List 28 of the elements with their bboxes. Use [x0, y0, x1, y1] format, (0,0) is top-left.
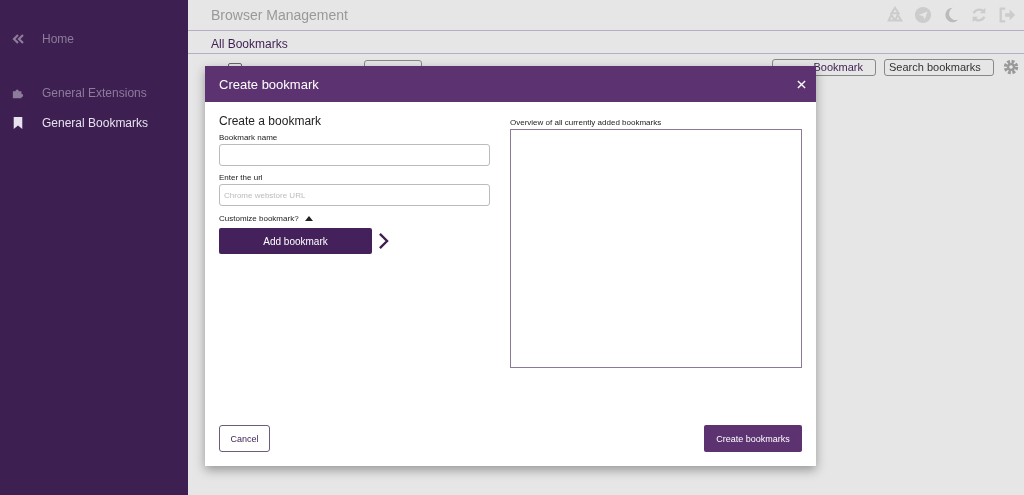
double-chevron-icon: [12, 33, 24, 45]
input-field[interactable]: Chrome webstore URL: [219, 184, 490, 206]
field-label: Bookmark name: [219, 133, 279, 142]
sidebar-item[interactable]: General Extensions: [0, 78, 188, 108]
input-field[interactable]: [219, 144, 490, 166]
puzzle-icon: [12, 87, 24, 99]
refresh-icon[interactable]: [970, 6, 988, 24]
section-title: Create a bookmark: [219, 114, 323, 128]
sidebar-item[interactable]: General Bookmarks: [0, 108, 188, 138]
search-field[interactable]: Search bookmarks: [884, 58, 994, 76]
caret-icon[interactable]: [304, 216, 313, 221]
field-label: Enter the url: [219, 173, 264, 182]
create-bookmarks-button[interactable]: Create bookmarks: [704, 425, 802, 452]
chevron-icon: [378, 232, 389, 250]
customize-toggle[interactable]: Customize bookmark?: [219, 214, 299, 223]
settings-icon[interactable]: [1002, 58, 1020, 76]
bookmark-icon: [12, 117, 24, 129]
sidebar-item[interactable]: Home: [0, 24, 188, 54]
app-title: Browser Management: [211, 7, 349, 23]
dialog-title: Create bookmark: [219, 76, 319, 92]
overview-label: Overview of all currently added bookmarks: [510, 118, 663, 127]
add-bookmark-button[interactable]: Add bookmark: [219, 228, 372, 254]
logout-icon[interactable]: [998, 6, 1016, 24]
moon-icon[interactable]: [942, 6, 960, 24]
paper-plane-icon[interactable]: [914, 6, 932, 24]
page-title: All Bookmarks: [188, 31, 1024, 54]
cancel-button[interactable]: Cancel: [219, 425, 270, 452]
close-icon[interactable]: [797, 79, 806, 89]
